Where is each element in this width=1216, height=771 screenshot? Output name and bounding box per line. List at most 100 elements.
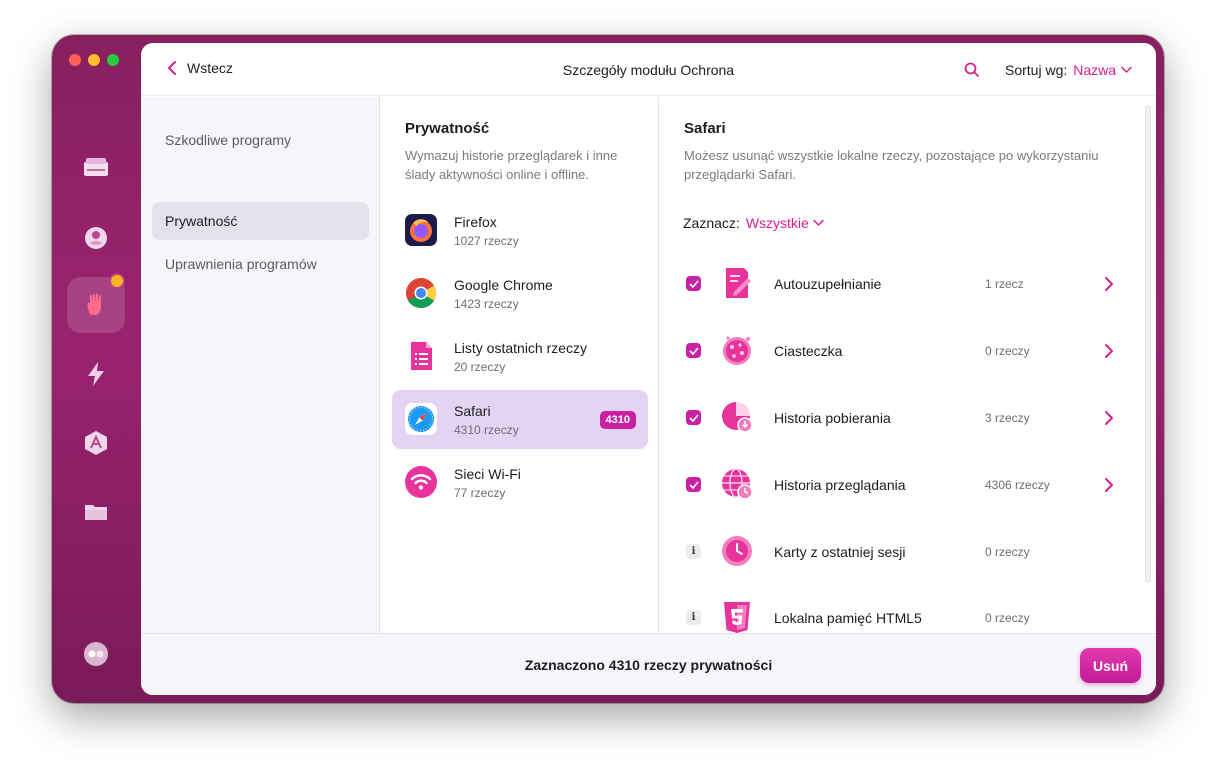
minimize-window-button[interactable] (88, 54, 100, 66)
app-name: Google Chrome (454, 277, 553, 293)
scrollbar[interactable] (1145, 105, 1151, 583)
cleanup-module-icon[interactable] (81, 153, 111, 183)
firefox-icon (405, 214, 437, 246)
details-panel: Safari Możesz usunąć wszystkie lokalne r… (660, 97, 1156, 633)
footer-bar: Zaznaczono 4310 rzeczy prywatności Usuń (141, 633, 1156, 695)
app-count: 20 rzeczy (454, 360, 506, 374)
clock-icon (722, 536, 752, 566)
apps-panel-description: Wymazuj historie przeglądarek i inne śla… (405, 148, 618, 182)
chevron-right-icon[interactable] (1104, 276, 1114, 292)
app-row-firefox[interactable]: Firefox 1027 rzeczy (392, 201, 648, 260)
select-control: Zaznacz: Wszystkie (683, 215, 824, 231)
sidebar-item-privacy[interactable]: Prywatność (152, 202, 369, 240)
privacy-hand-icon[interactable] (81, 290, 111, 320)
app-row-recent-items[interactable]: Listy ostatnich rzeczy 20 rzeczy (392, 327, 648, 386)
app-count: 77 rzeczy (454, 486, 506, 500)
app-window: Wstecz Szczegóły modułu Ochrona Sortuj w… (52, 35, 1164, 703)
app-name: Firefox (454, 214, 497, 230)
cookie-icon (723, 336, 751, 365)
chevron-down-icon (1121, 66, 1132, 74)
speed-bolt-icon[interactable] (81, 359, 111, 389)
app-name: Sieci Wi-Fi (454, 466, 521, 482)
chrome-icon (406, 278, 437, 309)
sort-control: Sortuj wg: Nazwa (1005, 62, 1132, 78)
back-label: Wstecz (187, 60, 233, 76)
apps-panel-title: Prywatność (405, 120, 490, 137)
item-row-browsing-history[interactable]: Historia przeglądania 4306 rzeczy (660, 451, 1140, 518)
item-count: 4306 rzeczy (985, 478, 1050, 492)
item-name: Autouzupełnianie (774, 276, 882, 292)
download-history-icon (722, 402, 753, 433)
info-icon[interactable]: i (686, 544, 701, 559)
chevron-right-icon[interactable] (1104, 343, 1114, 359)
item-checkbox[interactable] (686, 343, 701, 358)
app-count: 4310 rzeczy (454, 423, 519, 437)
item-name: Ciasteczka (774, 343, 843, 359)
item-checkbox[interactable] (686, 276, 701, 291)
back-button[interactable]: Wstecz (167, 60, 233, 76)
count-badge: 4310 (599, 411, 636, 429)
main-content: Wstecz Szczegóły modułu Ochrona Sortuj w… (141, 43, 1156, 695)
checkmark-icon (688, 346, 699, 355)
details-panel-description: Możesz usunąć wszystkie lokalne rzeczy, … (684, 148, 1099, 182)
info-icon[interactable]: i (686, 610, 701, 625)
toolbar: Wstecz Szczegóły modułu Ochrona Sortuj w… (141, 43, 1156, 96)
app-name: Listy ostatnich rzeczy (454, 340, 588, 356)
page-title: Szczegóły modułu Ochrona (562, 62, 735, 78)
apps-panel: Prywatność Wymazuj historie przeglądarek… (381, 97, 659, 633)
notification-dot (111, 275, 123, 287)
item-name: Karty z ostatniej sesji (774, 544, 906, 560)
sort-value: Nazwa (1073, 62, 1117, 78)
browsing-history-icon (722, 468, 753, 500)
category-sidebar: Szkodliwe programy Prywatność Uprawnieni… (141, 97, 380, 633)
zoom-window-button[interactable] (107, 54, 119, 66)
select-dropdown[interactable]: Wszystkie (746, 215, 824, 231)
item-checkbox[interactable] (686, 477, 701, 492)
sidebar-item-malware[interactable]: Szkodliwe programy (152, 121, 369, 159)
chevron-right-icon[interactable] (1104, 477, 1114, 493)
app-row-safari[interactable]: Safari 4310 rzeczy 4310 (392, 390, 648, 449)
item-checkbox[interactable] (686, 410, 701, 425)
search-icon[interactable] (963, 61, 981, 79)
protection-sphere-icon[interactable] (81, 223, 111, 253)
item-name: Lokalna pamięć HTML5 (774, 610, 922, 626)
wifi-icon (405, 466, 437, 498)
selection-status: Zaznaczono 4310 rzeczy prywatności (524, 657, 773, 673)
details-panel-title: Safari (684, 120, 726, 137)
sidebar-item-label: Uprawnienia programów (165, 256, 317, 272)
select-label: Zaznacz: (683, 215, 740, 231)
chevron-left-icon (168, 61, 176, 75)
item-count: 0 rzeczy (985, 344, 1030, 358)
assistant-icon[interactable] (81, 639, 111, 669)
item-count: 0 rzeczy (985, 545, 1030, 559)
select-value: Wszystkie (745, 215, 809, 231)
html5-icon (724, 602, 750, 633)
app-count: 1423 rzeczy (454, 297, 519, 311)
document-list-icon (411, 342, 432, 370)
chevron-down-icon (813, 219, 824, 227)
app-row-chrome[interactable]: Google Chrome 1423 rzeczy (392, 264, 648, 323)
item-count: 3 rzeczy (985, 411, 1030, 425)
item-name: Historia pobierania (774, 410, 891, 426)
files-folder-icon[interactable] (81, 497, 111, 527)
app-row-wifi[interactable]: Sieci Wi-Fi 77 rzeczy (392, 453, 648, 512)
checkmark-icon (688, 413, 699, 422)
item-name: Historia przeglądania (774, 477, 906, 493)
sort-label: Sortuj wg: (1005, 62, 1068, 78)
safari-icon (405, 403, 437, 435)
item-row-autofill[interactable]: Autouzupełnianie 1 rzecz (660, 250, 1140, 317)
item-count: 0 rzeczy (985, 611, 1030, 625)
item-row-cookies[interactable]: Ciasteczka 0 rzeczy (660, 317, 1140, 384)
app-name: Safari (454, 403, 491, 419)
item-row-download-history[interactable]: Historia pobierania 3 rzeczy (660, 384, 1140, 451)
checkmark-icon (688, 279, 699, 288)
close-window-button[interactable] (69, 54, 81, 66)
item-row-last-session-tabs[interactable]: i Karty z ostatniej sesji 0 rzeczy (660, 518, 1140, 585)
sidebar-item-app-permissions[interactable]: Uprawnienia programów (152, 245, 369, 283)
chevron-right-icon[interactable] (1104, 410, 1114, 426)
sort-dropdown[interactable]: Nazwa (1073, 62, 1132, 78)
sidebar-item-label: Szkodliwe programy (165, 132, 292, 148)
applications-icon[interactable] (81, 428, 111, 458)
delete-button[interactable]: Usuń (1080, 648, 1141, 683)
sidebar-item-label: Prywatność (165, 213, 238, 229)
